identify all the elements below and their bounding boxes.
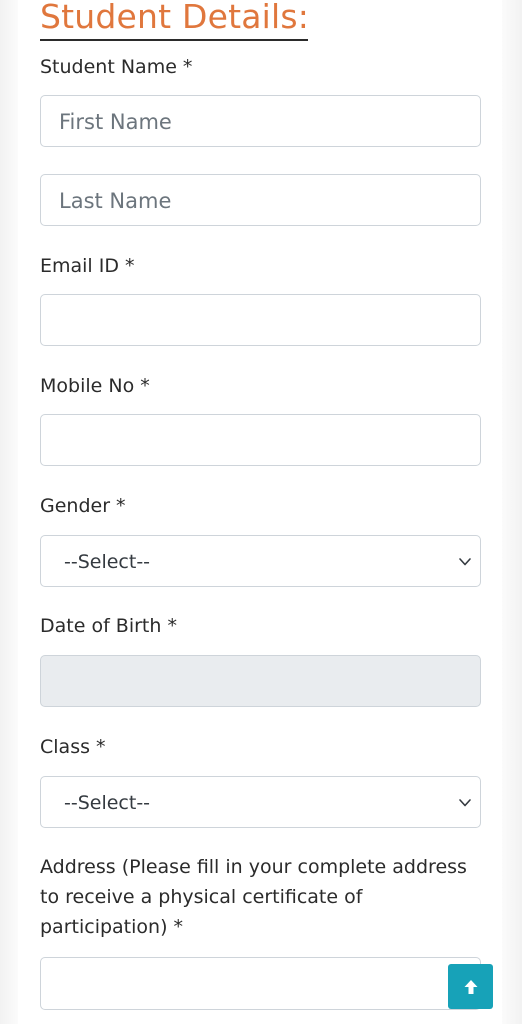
mobile-label: Mobile No * xyxy=(40,375,150,397)
address-label: Address (Please fill in your complete ad… xyxy=(40,856,467,938)
dob-label: Date of Birth * xyxy=(40,615,177,637)
email-label: Email ID * xyxy=(40,255,135,277)
class-selected-value: --Select-- xyxy=(64,792,151,814)
first-name-input[interactable]: First Name xyxy=(40,95,481,147)
arrow-up-icon xyxy=(464,979,477,994)
gender-label: Gender * xyxy=(40,495,126,517)
scroll-to-top-button[interactable] xyxy=(448,964,493,1009)
class-label: Class * xyxy=(40,736,106,758)
mobile-input[interactable] xyxy=(40,414,481,466)
gender-selected-value: --Select-- xyxy=(64,551,151,573)
student-name-label: Student Name * xyxy=(40,56,193,78)
email-input[interactable] xyxy=(40,294,481,346)
gender-select[interactable]: --Select-- xyxy=(40,535,481,587)
chevron-down-icon xyxy=(459,799,471,807)
chevron-down-icon xyxy=(459,558,471,566)
last-name-placeholder: Last Name xyxy=(59,189,172,213)
student-details-form: Student Details: Student Name * First Na… xyxy=(0,0,522,1024)
address-input[interactable] xyxy=(40,957,481,1010)
class-select[interactable]: --Select-- xyxy=(40,776,481,828)
dob-input[interactable] xyxy=(40,655,481,707)
first-name-placeholder: First Name xyxy=(59,110,172,134)
section-title: Student Details: xyxy=(40,0,310,36)
title-underline xyxy=(40,39,308,41)
last-name-input[interactable]: Last Name xyxy=(40,174,481,226)
